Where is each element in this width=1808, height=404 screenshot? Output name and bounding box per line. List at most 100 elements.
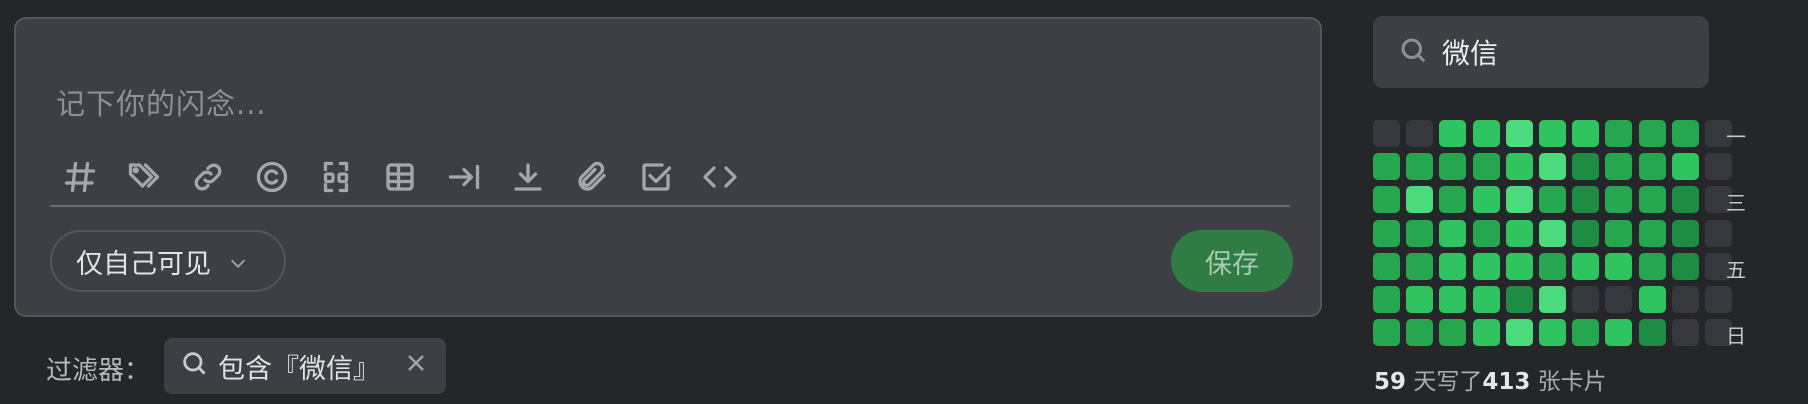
chevron-down-icon [227,250,249,272]
heatmap-cell[interactable] [1639,319,1666,346]
heatmap-cell[interactable] [1605,286,1632,313]
heatmap-cell[interactable] [1672,186,1699,213]
paperclip-icon[interactable] [572,157,612,197]
heatmap-cell[interactable] [1473,153,1500,180]
heatmap-cell[interactable] [1506,153,1533,180]
save-button[interactable]: 保存 [1171,230,1293,292]
stats-cards-text: 张卡片 [1530,369,1607,395]
heatmap-cell[interactable] [1639,253,1666,280]
heatmap-cell[interactable] [1406,319,1433,346]
filter-chip: 包含『微信』 [164,338,446,394]
heatmap-cell[interactable] [1572,253,1599,280]
heatmap-cell[interactable] [1672,153,1699,180]
filter-label: 过滤器： [46,356,151,386]
heatmap-cell[interactable] [1473,186,1500,213]
weekday-label-wed: 三 [1726,191,1746,215]
search-input[interactable]: 微信 [1373,16,1709,88]
heatmap-cell[interactable] [1439,120,1466,147]
stats-days: 59 [1374,369,1407,395]
heatmap-cell[interactable] [1539,253,1566,280]
heatmap-cell[interactable] [1672,220,1699,247]
heatmap-cell[interactable] [1705,286,1732,313]
heatmap-cell[interactable] [1373,186,1400,213]
heatmap-cell[interactable] [1705,153,1732,180]
heatmap-cell[interactable] [1605,153,1632,180]
heatmap-cell[interactable] [1572,153,1599,180]
heatmap-cell[interactable] [1373,220,1400,247]
heatmap-cell[interactable] [1605,253,1632,280]
heatmap-cell[interactable] [1705,220,1732,247]
weekday-label-fri: 五 [1726,258,1746,282]
code-icon[interactable] [700,157,740,197]
heatmap-cell[interactable] [1406,120,1433,147]
download-icon[interactable] [508,157,548,197]
heatmap-cell[interactable] [1473,253,1500,280]
hashtag-icon[interactable] [60,157,100,197]
heatmap-cell[interactable] [1406,153,1433,180]
memo-input[interactable]: 记下你的闪念... [56,81,267,123]
heatmap-cell[interactable] [1406,220,1433,247]
heatmap-cell[interactable] [1539,153,1566,180]
heatmap-cell[interactable] [1572,286,1599,313]
heatmap-cell[interactable] [1439,319,1466,346]
heatmap-cell[interactable] [1639,120,1666,147]
heatmap-cell[interactable] [1373,153,1400,180]
heatmap-cell[interactable] [1473,220,1500,247]
heatmap-cell[interactable] [1605,319,1632,346]
stats-days-text: 天写了 [1406,369,1483,395]
heatmap-cell[interactable] [1473,286,1500,313]
heatmap-cell[interactable] [1639,153,1666,180]
heatmap-cell[interactable] [1373,286,1400,313]
close-icon[interactable] [404,351,428,382]
heatmap-cell[interactable] [1539,286,1566,313]
heatmap-cell[interactable] [1506,319,1533,346]
heatmap-cell[interactable] [1672,120,1699,147]
heatmap-cell[interactable] [1539,120,1566,147]
indent-icon[interactable] [444,157,484,197]
heatmap-cell[interactable] [1572,186,1599,213]
scan-icon[interactable] [316,157,356,197]
heatmap-cell[interactable] [1373,319,1400,346]
copyright-icon[interactable] [252,157,292,197]
heatmap-cell[interactable] [1639,186,1666,213]
heatmap-cell[interactable] [1373,253,1400,280]
heatmap-cell[interactable] [1605,120,1632,147]
heatmap-cell[interactable] [1439,153,1466,180]
heatmap-cell[interactable] [1539,186,1566,213]
heatmap-cell[interactable] [1406,186,1433,213]
heatmap-cell[interactable] [1406,286,1433,313]
heatmap-cell[interactable] [1373,120,1400,147]
heatmap-cell[interactable] [1672,286,1699,313]
heatmap-cell[interactable] [1506,220,1533,247]
table-icon[interactable] [380,157,420,197]
heatmap-cell[interactable] [1473,319,1500,346]
heatmap-cell[interactable] [1439,286,1466,313]
heatmap-cell[interactable] [1605,186,1632,213]
link-icon[interactable] [188,157,228,197]
visibility-label: 仅自己可见 [76,248,211,280]
heatmap-cell[interactable] [1439,253,1466,280]
tags-icon[interactable] [124,157,164,197]
heatmap-cell[interactable] [1406,253,1433,280]
heatmap-cell[interactable] [1439,186,1466,213]
heatmap-cell[interactable] [1572,319,1599,346]
heatmap-cell[interactable] [1639,286,1666,313]
heatmap-cell[interactable] [1572,120,1599,147]
heatmap-cell[interactable] [1506,186,1533,213]
heatmap-cell[interactable] [1672,319,1699,346]
heatmap-cell[interactable] [1539,220,1566,247]
search-icon [180,349,208,384]
editor-divider [50,205,1290,207]
heatmap-cell[interactable] [1506,286,1533,313]
heatmap-cell[interactable] [1473,120,1500,147]
heatmap-cell[interactable] [1506,120,1533,147]
heatmap-cell[interactable] [1506,253,1533,280]
heatmap-cell[interactable] [1439,220,1466,247]
heatmap-cell[interactable] [1539,319,1566,346]
heatmap-cell[interactable] [1639,220,1666,247]
visibility-select[interactable]: 仅自己可见 [50,230,286,292]
heatmap-cell[interactable] [1605,220,1632,247]
checkbox-icon[interactable] [636,157,676,197]
heatmap-cell[interactable] [1672,253,1699,280]
heatmap-cell[interactable] [1572,220,1599,247]
